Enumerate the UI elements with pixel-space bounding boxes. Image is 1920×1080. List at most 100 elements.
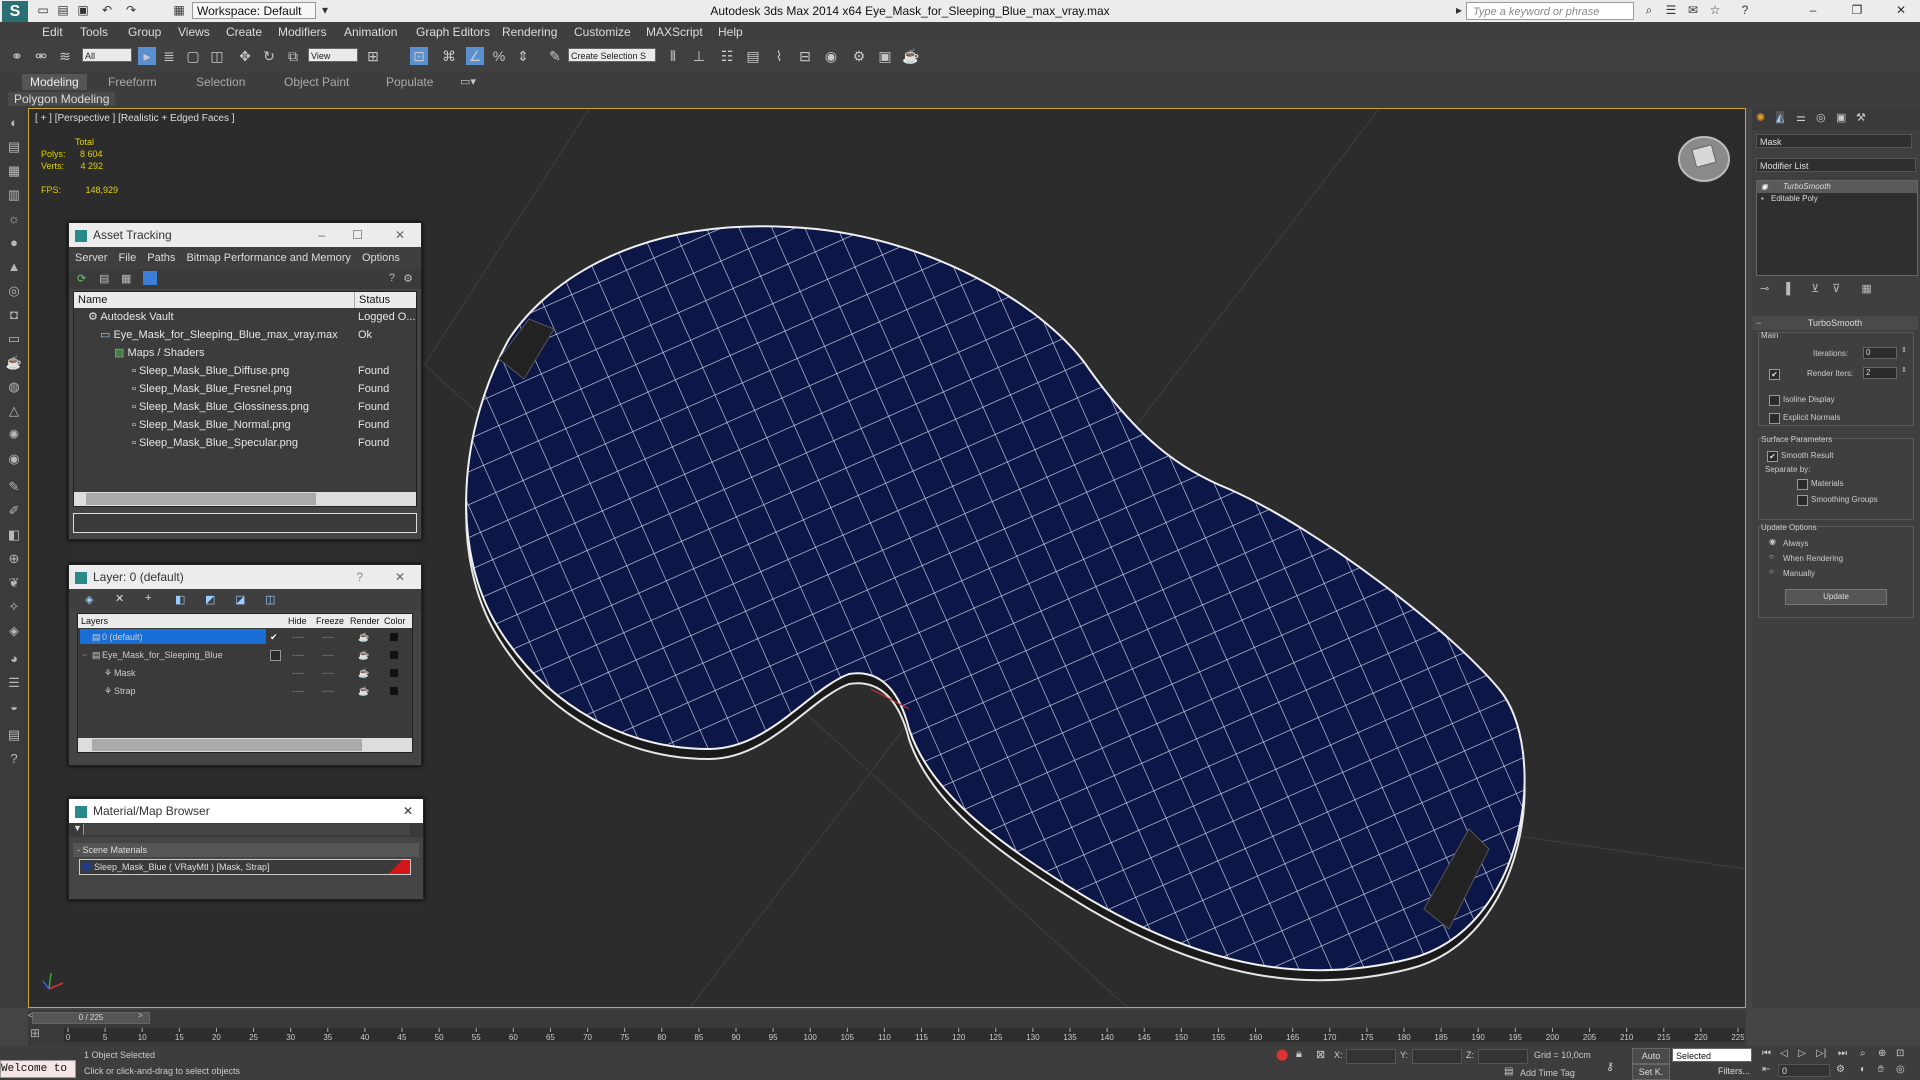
view-cube[interactable]	[1678, 136, 1730, 182]
play-icon[interactable]: ▷	[1798, 1048, 1806, 1059]
explicit-normals-checkbox[interactable]	[1769, 413, 1780, 424]
spot-tool-icon[interactable]: ◉	[5, 450, 23, 468]
shade-tool-icon[interactable]: ◒	[5, 698, 23, 716]
layer-row[interactable]: ⚘ Mask ---- ---- ☕	[78, 664, 412, 682]
layer-title-bar[interactable]: Layer: 0 (default) ? ✕	[69, 565, 421, 589]
layer-color-swatch[interactable]	[390, 633, 398, 641]
col-freeze[interactable]: Freeze	[316, 614, 344, 628]
maximize-icon[interactable]: ❐	[1850, 3, 1864, 17]
paint-tool-icon[interactable]: ✎	[5, 478, 23, 496]
turbosmooth-rollout-header[interactable]: − TurboSmooth	[1752, 316, 1918, 330]
iterations-spinner[interactable]: 0	[1863, 347, 1897, 359]
display-tool-icon[interactable]: ▦	[5, 162, 23, 180]
layer-freeze-toggle[interactable]: ----	[322, 664, 334, 682]
subtab-polygon-modeling[interactable]: Polygon Modeling	[8, 92, 116, 106]
menu-edit[interactable]: Edit	[42, 25, 63, 39]
cylinder-tool-icon[interactable]: ◘	[5, 306, 23, 324]
modify-tab-icon[interactable]: ◭	[1776, 111, 1785, 124]
settings-icon[interactable]: ⚙	[403, 272, 413, 285]
asset-tracking-title-bar[interactable]: Asset Tracking – ☐ ✕	[69, 223, 421, 247]
menu-animation[interactable]: Animation	[344, 25, 397, 39]
make-unique-icon[interactable]: ⊻	[1811, 283, 1819, 295]
tab-modeling[interactable]: Modeling	[22, 74, 87, 90]
favorites-star-icon[interactable]: ☆	[1708, 3, 1722, 17]
key-filters-button[interactable]: Filters...	[1676, 1064, 1750, 1078]
maximize-icon[interactable]: ☐	[352, 223, 363, 247]
x-coordinate-field[interactable]	[1346, 1049, 1396, 1064]
add-time-tag[interactable]: Add Time Tag	[1520, 1068, 1575, 1078]
go-to-start-icon[interactable]: ⏮︎	[1762, 1048, 1771, 1059]
time-slider[interactable]: 0 / 225 < > ⊞ 0 5 10 15 20 25 30 35 40 45 50 55 60 65…	[28, 1010, 1746, 1046]
tree-view-icon[interactable]: ▦	[121, 272, 131, 285]
edit-named-sets-icon[interactable]: ✎	[546, 47, 564, 65]
hide-all-icon[interactable]: ◪	[235, 593, 245, 606]
rect-selection-icon[interactable]: ▢	[184, 47, 202, 65]
teapot-tool-icon[interactable]: ☕	[5, 354, 23, 372]
align-icon[interactable]: ⊥	[690, 47, 708, 65]
prev-key-icon[interactable]: ◁	[1780, 1048, 1788, 1059]
next-frame-icon[interactable]: >	[138, 1011, 143, 1020]
communication-icon[interactable]: ✉	[1686, 3, 1700, 17]
render-tool-icon[interactable]: ◈	[5, 622, 23, 640]
modifier-stack-item[interactable]: ▪ Editable Poly	[1757, 193, 1917, 205]
freeze-all-icon[interactable]: ◫	[265, 593, 275, 606]
modifier-list-dropdown[interactable]: Modifier List	[1756, 158, 1916, 172]
table-view-icon[interactable]	[143, 271, 157, 285]
selection-filter-dropdown[interactable]: All	[82, 48, 132, 62]
delete-layer-icon[interactable]: ✕	[115, 592, 124, 605]
menu-server[interactable]: Server	[75, 252, 107, 264]
render-production-icon[interactable]: ☕	[902, 47, 920, 65]
open-file-icon[interactable]: ▤	[56, 3, 70, 17]
menu-rendering[interactable]: Rendering	[502, 25, 557, 39]
select-tool-icon[interactable]: ◐	[5, 114, 23, 132]
layer-horizontal-scrollbar[interactable]	[78, 738, 412, 752]
layer-select-icon[interactable]: ◈	[85, 593, 93, 606]
set-key-button[interactable]: Set K.	[1632, 1064, 1670, 1080]
asset-row[interactable]: ⚙ Autodesk Vault Logged O...	[74, 308, 416, 326]
field-of-view-icon[interactable]: ◐	[1860, 1064, 1866, 1075]
track-bar-toggle-icon[interactable]: ⊞	[30, 1026, 40, 1040]
asset-row[interactable]: ▭ Eye_Mask_for_Sleeping_Blue_max_vray.ma…	[74, 326, 416, 344]
search-arrow-icon[interactable]: ▸	[1452, 3, 1466, 17]
go-to-end-icon[interactable]: ⏭︎	[1838, 1048, 1847, 1059]
sun-tool-icon[interactable]: ✺	[5, 426, 23, 444]
create-tab-icon[interactable]: ✺	[1756, 111, 1765, 124]
new-file-icon[interactable]: ▭	[36, 3, 50, 17]
material-editor-icon[interactable]: ◉	[822, 47, 840, 65]
col-name[interactable]: Name	[78, 292, 107, 308]
motion-tab-icon[interactable]: ◎	[1816, 111, 1826, 124]
percent-snap-icon[interactable]: %	[490, 47, 508, 65]
track-bar[interactable]: 0 5 10 15 20 25 30 35 40 45 50 55 60 65 70 75 80 85 90 95 10…	[64, 1028, 1744, 1042]
help-icon[interactable]: ?	[389, 272, 395, 284]
select-in-layer-icon[interactable]: ◧	[175, 593, 185, 606]
layer-render-teapot-icon[interactable]: ☕	[358, 682, 369, 700]
help-icon[interactable]: ?	[356, 565, 363, 589]
help-icon[interactable]: ?	[1738, 3, 1752, 17]
key-icon[interactable]: ⚷	[1606, 1060, 1614, 1073]
layer-hide-toggle[interactable]: ----	[292, 646, 304, 664]
layer-hide-toggle[interactable]: ----	[292, 682, 304, 700]
select-manipulate-icon[interactable]: ⊡	[410, 47, 428, 65]
manually-radio[interactable]: ○	[1769, 567, 1774, 576]
layer-render-teapot-icon[interactable]: ☕	[358, 628, 369, 646]
window-crossing-icon[interactable]: ◫	[208, 47, 226, 65]
menu-group[interactable]: Group	[128, 25, 161, 39]
col-status[interactable]: Status	[354, 292, 390, 308]
asset-path-field[interactable]	[73, 513, 417, 533]
workspace-dropdown[interactable]: Workspace: Default	[192, 2, 316, 19]
spinner-snap-icon[interactable]: ⇕	[514, 47, 532, 65]
unlink-icon[interactable]: ⚮	[32, 47, 50, 65]
mirror-icon[interactable]: ⫴	[664, 47, 682, 65]
utilities-tab-icon[interactable]: ⚒	[1856, 111, 1866, 124]
close-icon[interactable]: ✕	[1894, 3, 1908, 17]
menu-bitmap-performance[interactable]: Bitmap Performance and Memory	[186, 252, 350, 264]
globe-tool-icon[interactable]: ◕	[5, 650, 23, 668]
select-object-icon[interactable]: ▸	[138, 47, 156, 65]
material-search-bar[interactable]: ▼	[69, 823, 423, 837]
menu-graph-editors[interactable]: Graph Editors	[416, 25, 490, 39]
camera-tool-icon[interactable]: ◧	[5, 526, 23, 544]
light-bulb-icon[interactable]: ◉	[1761, 181, 1768, 193]
col-layers[interactable]: Layers	[81, 614, 108, 628]
angle-snap-icon[interactable]: ∠	[466, 47, 484, 65]
geosphere-tool-icon[interactable]: ◍	[5, 378, 23, 396]
